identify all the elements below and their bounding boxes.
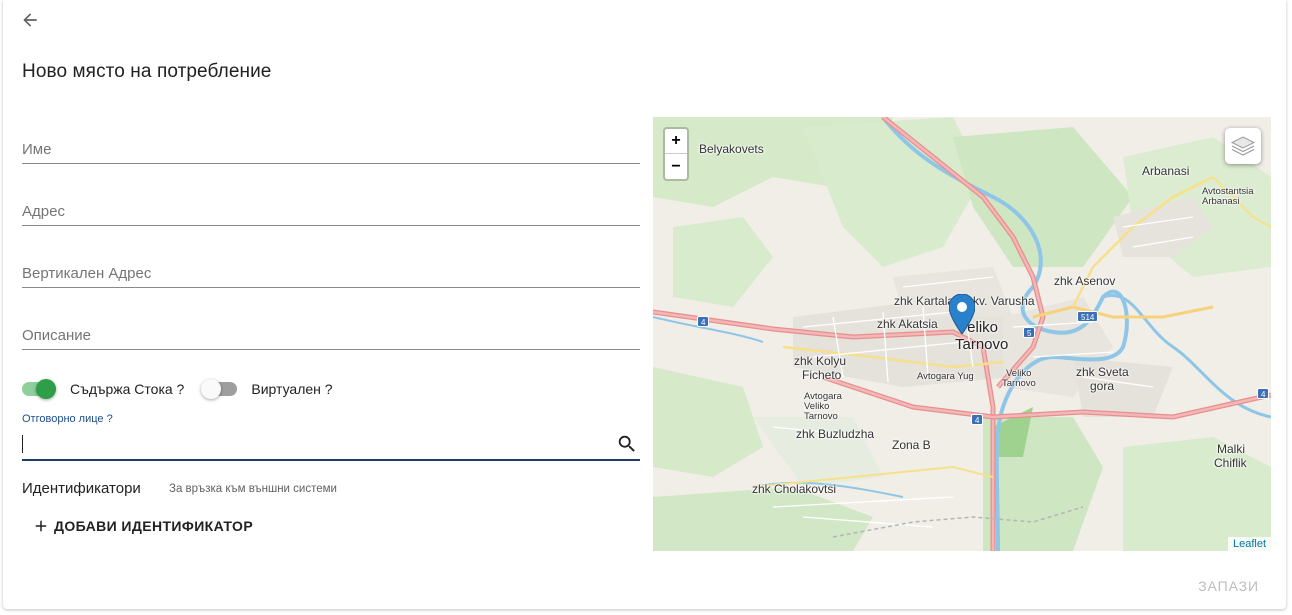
map-label: Belyakovets bbox=[699, 142, 764, 156]
map-label: Chiflik bbox=[1214, 456, 1247, 470]
map-label: zhk Asenov bbox=[1054, 274, 1116, 288]
add-identifier-label: ДОБАВИ ИДЕНТИФИКАТОР bbox=[54, 518, 254, 534]
location-map[interactable]: Belyakovets Arbanasi Avtostantsia Arbana… bbox=[653, 117, 1271, 551]
map-label: Malki bbox=[1217, 442, 1246, 456]
map-label: zhk Cholakovtsi bbox=[752, 482, 837, 496]
layers-icon bbox=[1230, 136, 1256, 156]
leaflet-attribution-link[interactable]: Leaflet bbox=[1227, 537, 1271, 551]
map-label: Tarnovo bbox=[804, 411, 838, 422]
road-shield: 4 bbox=[971, 414, 984, 425]
plus-icon bbox=[35, 520, 47, 532]
road-shield: 514 bbox=[1077, 311, 1099, 322]
map-label: zhk Sveta bbox=[1076, 365, 1129, 379]
contains-goods-toggle[interactable] bbox=[22, 379, 56, 399]
zoom-control: + − bbox=[663, 127, 689, 181]
search-icon[interactable] bbox=[616, 433, 638, 455]
add-identifier-button[interactable]: ДОБАВИ ИДЕНТИФИКАТОР bbox=[32, 514, 253, 538]
contains-goods-label: Съдържа Стока ? bbox=[70, 381, 185, 397]
road-shield: 5 bbox=[1023, 327, 1036, 338]
toggle-thumb bbox=[36, 379, 56, 399]
map-label: zhk Kolyu bbox=[794, 354, 847, 368]
virtual-label: Виртуален ? bbox=[251, 381, 333, 397]
description-input[interactable] bbox=[22, 327, 640, 344]
toggle-thumb bbox=[201, 379, 222, 399]
zoom-in-button[interactable]: + bbox=[665, 129, 687, 154]
virtual-toggle[interactable] bbox=[201, 379, 238, 399]
arrow-back-icon bbox=[23, 13, 37, 27]
vertical-address-input[interactable] bbox=[22, 265, 640, 282]
responsible-person-field[interactable] bbox=[22, 430, 640, 461]
map-label: kv. Varusha bbox=[973, 294, 1035, 308]
back-button[interactable] bbox=[17, 7, 43, 33]
map-label: zhk Buzludzha bbox=[796, 427, 875, 441]
layers-button[interactable] bbox=[1225, 128, 1261, 164]
map-label: Tarnovo bbox=[1002, 378, 1036, 389]
map-label: Zona B bbox=[892, 438, 931, 452]
vertical-address-field[interactable] bbox=[22, 246, 640, 288]
map-label: zhk Akatsia bbox=[877, 317, 938, 331]
address-field[interactable] bbox=[22, 184, 640, 226]
address-input[interactable] bbox=[22, 203, 640, 220]
toggle-row: Съдържа Стока ? Виртуален ? bbox=[22, 377, 333, 401]
map-label: gora bbox=[1090, 379, 1115, 393]
responsible-person-label: Отговорно лице ? bbox=[22, 413, 113, 425]
description-field[interactable] bbox=[22, 308, 640, 350]
map-label: Arbanasi bbox=[1202, 196, 1240, 207]
location-marker-icon[interactable] bbox=[949, 294, 975, 334]
page-title: Ново място на потребление bbox=[22, 61, 272, 82]
name-input[interactable] bbox=[22, 141, 640, 158]
map-label: zhk Kartala bbox=[894, 294, 955, 308]
map-label: Ficheto bbox=[802, 368, 842, 382]
road-shield: 4 bbox=[1257, 388, 1270, 399]
map-label: Avtogara Yug bbox=[917, 371, 974, 382]
map-label: Tarnovo bbox=[955, 336, 1009, 353]
responsible-person-input[interactable] bbox=[22, 436, 602, 453]
zoom-out-button[interactable]: − bbox=[665, 154, 687, 179]
identifiers-subtitle: За връзка към външни системи bbox=[169, 483, 337, 495]
identifiers-title: Идентификатори bbox=[22, 480, 141, 497]
name-field[interactable] bbox=[22, 122, 640, 164]
map-label: Arbanasi bbox=[1142, 164, 1190, 178]
road-shield: 4 bbox=[697, 316, 710, 327]
save-button[interactable]: ЗАПАЗИ bbox=[1198, 578, 1259, 594]
